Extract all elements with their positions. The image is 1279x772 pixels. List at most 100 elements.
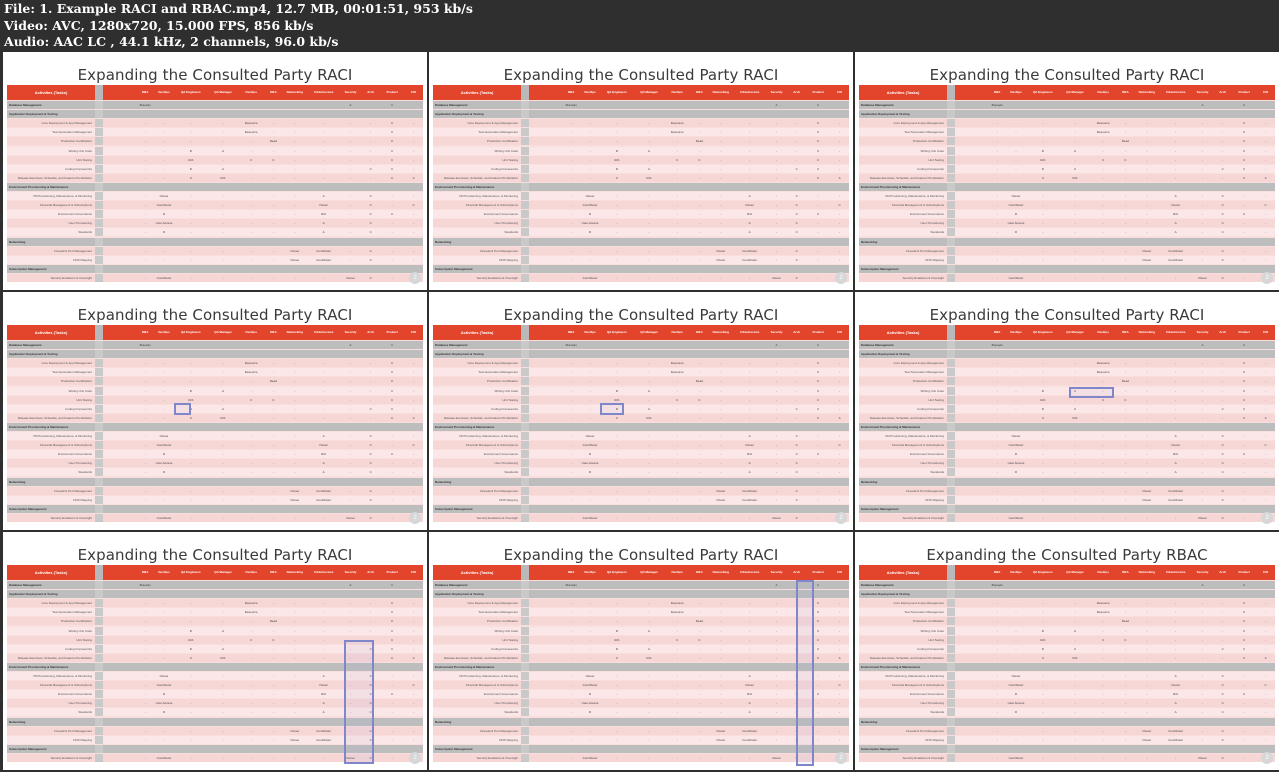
table-cell: User Access Admin — [581, 461, 599, 473]
gray-cell — [95, 155, 103, 164]
table-cell: - — [648, 443, 650, 448]
table-cell: - — [294, 130, 296, 135]
table-cell: R/A — [321, 452, 327, 457]
table-cell: - — [1175, 628, 1177, 633]
row-label: Application Deployment & Testing — [435, 352, 484, 357]
table-cell: Contributor — [316, 497, 332, 502]
table-cell: - — [589, 728, 591, 733]
gray-cell — [95, 182, 103, 191]
table-cell: - — [190, 230, 192, 235]
table-cell: - — [698, 221, 700, 226]
video-thumbnail[interactable]: Expanding the Consulted Party RACI Activi… — [855, 292, 1279, 530]
table-cell: - — [698, 461, 700, 466]
raci-table: Activities (Tasks) DBA DevOps QA Engineers Q… — [859, 325, 1275, 522]
gray-cell — [95, 264, 103, 273]
table-cell: - — [272, 212, 274, 217]
table-cell: - — [272, 248, 274, 253]
table-cell: R — [588, 230, 592, 235]
table-cell: - — [720, 379, 722, 384]
table-cell: C — [391, 157, 394, 162]
video-thumbnail[interactable]: Expanding the Consulted Party RACI Activi… — [855, 52, 1279, 290]
table-cell: C — [1243, 148, 1246, 153]
table-cell: - — [589, 148, 591, 153]
table-cell: - — [570, 415, 572, 420]
table-cell: R/A — [614, 157, 620, 162]
gray-cell — [521, 432, 529, 440]
video-thumbnail[interactable]: Expanding the Consulted Party RACI Activi… — [429, 532, 853, 770]
video-thumbnail[interactable]: Expanding the Consulted Party RACI Activi… — [429, 52, 853, 290]
table-row: DNS Mapping - - - - - - Owner Contributor - C - - — [859, 735, 1275, 744]
gray-cell — [947, 359, 955, 368]
table-cell: A — [222, 166, 225, 171]
table-header: Activities (Tasks) DBA DevOps QA Engineers Q… — [433, 325, 849, 349]
gray-cell — [521, 155, 529, 164]
video-thumbnail[interactable]: Expanding the Consulted Party RACI Activi… — [3, 52, 427, 290]
table-cell: - — [676, 452, 678, 457]
column-header: QA Engineers — [1032, 90, 1053, 94]
row-label: Firewall & Port Management — [906, 728, 944, 733]
row-label: Unit Testing — [502, 397, 518, 402]
highlight-box — [174, 403, 191, 415]
gray-cell — [947, 590, 955, 599]
table-cell: - — [1102, 646, 1104, 651]
table-row: Production Certification - - - - - Read - - - - C - — [7, 617, 423, 626]
table-cell: - — [391, 701, 393, 706]
table-cell: - — [1146, 628, 1148, 633]
table-cell: - — [350, 130, 352, 135]
video-thumbnail[interactable]: Expanding the Consulted Party RACI Activi… — [429, 292, 853, 530]
table-cell: - — [1146, 601, 1148, 606]
table-cell: - — [413, 194, 415, 198]
video-thumbnail[interactable]: Expanding the Consulted Party RACI Activi… — [3, 532, 427, 770]
row-label: Security Enablement Oversight — [476, 755, 518, 760]
table-cell: - — [720, 452, 722, 457]
table-cell: - — [1015, 406, 1017, 411]
table-cell: C — [391, 655, 394, 660]
table-cell: Contributor — [742, 488, 758, 493]
table-cell: - — [1042, 497, 1044, 502]
table-cell: - — [749, 601, 751, 606]
table-cell: - — [272, 646, 274, 651]
table-cell: - — [570, 194, 572, 198]
table-cell: - — [1146, 655, 1148, 660]
table-cell: - — [1175, 655, 1177, 660]
table-cell: - — [1042, 361, 1044, 366]
table-cell: - — [839, 461, 841, 466]
table-cell: - — [1015, 361, 1017, 366]
table-cell: R/A — [1173, 212, 1179, 217]
video-thumbnail[interactable]: Expanding the Consulted Party RBAC Activi… — [855, 532, 1279, 770]
table-cell: - — [570, 139, 572, 144]
table-cell: C — [369, 221, 372, 226]
table-cell: Resource Contributor — [670, 601, 685, 613]
table-cell: Contributor — [1168, 488, 1184, 493]
table-cell: - — [1265, 728, 1267, 733]
table-row: Coding Frameworks - - R A - - - - - C C - — [7, 164, 423, 173]
table-cell: C — [795, 443, 798, 448]
table-cell: - — [370, 619, 372, 624]
table-cell: - — [996, 121, 998, 126]
section-row: Database ManagementBravado BastionAC — [7, 581, 423, 595]
table-cell: Owner — [346, 275, 355, 280]
table-row: User Provisioning-User Access Admin-----… — [7, 459, 423, 473]
table-row: VM Provisioning, Maintenance, & Monitori… — [433, 432, 849, 440]
column-header: Security Manager — [1196, 90, 1209, 109]
table-cell: - — [144, 275, 146, 280]
table-cell: - — [1175, 397, 1177, 402]
table-cell: - — [222, 728, 224, 733]
column-header: Networking — [712, 570, 729, 574]
table-cell: A — [1264, 175, 1267, 180]
table-cell: - — [144, 710, 146, 715]
table-cell: - — [749, 755, 751, 760]
table-cell: - — [1124, 230, 1126, 235]
gray-cell — [95, 617, 103, 626]
video-thumbnail[interactable]: Expanding the Consulted Party RACI Activi… — [3, 292, 427, 530]
gray-cell — [947, 662, 955, 671]
table-cell: - — [1015, 646, 1017, 651]
section-row: Networking — [7, 237, 423, 246]
table-cell: - — [616, 470, 618, 475]
table-cell: Owner — [319, 443, 329, 448]
table-cell: C — [391, 619, 394, 624]
table-cell: R — [1041, 646, 1044, 651]
row-label: VM Provisioning, Maintenance, & Monitori… — [32, 434, 92, 438]
table-cell: C — [795, 221, 798, 226]
table-cell: - — [370, 361, 372, 366]
